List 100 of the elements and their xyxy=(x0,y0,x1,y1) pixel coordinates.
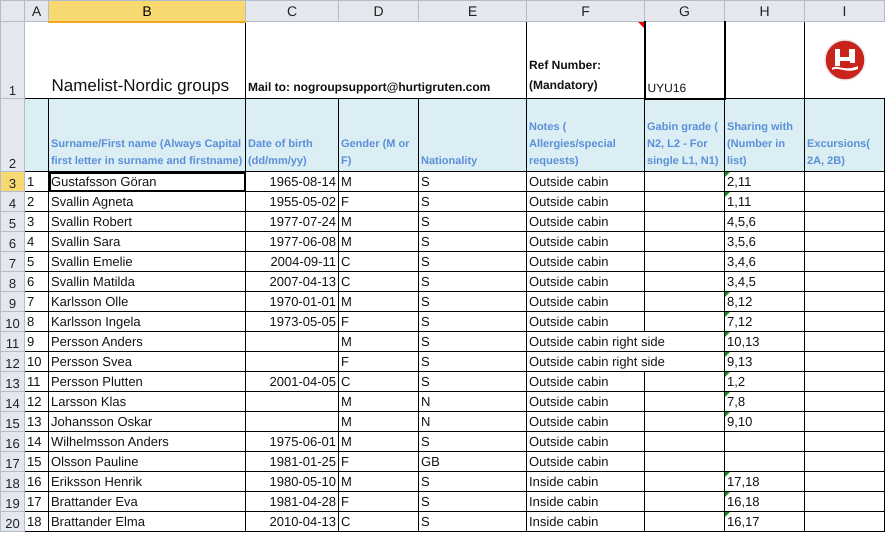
table-cell: 7 xyxy=(27,294,34,309)
row-header[interactable]: 18 xyxy=(0,472,24,492)
table-cell: Johansson Oskar xyxy=(51,414,152,429)
table-cell: Persson Anders xyxy=(51,334,143,349)
column-header[interactable]: G xyxy=(644,0,724,22)
table-cell: 1,2 xyxy=(727,374,746,389)
table-cell: Eriksson Henrik xyxy=(51,474,142,489)
table-cell: Svallin Agneta xyxy=(51,194,134,209)
table-cell: Svallin Emelie xyxy=(51,254,133,269)
table-cell: 5 xyxy=(27,254,34,269)
column-heading: Gabin grade ( N2, L2 - For single L1, N1) xyxy=(644,98,724,172)
logo-icon xyxy=(824,39,866,81)
column-heading: Surname/First name (Always Capital first letter in surname and firstname) xyxy=(48,98,246,172)
table-cell: Larsson Klas xyxy=(51,394,126,409)
table-cell: C xyxy=(341,254,350,269)
table-cell: M xyxy=(341,334,352,349)
table-cell: M xyxy=(341,474,352,489)
table-cell: 3,4,5 xyxy=(727,274,756,289)
row-header[interactable]: 6 xyxy=(0,232,24,252)
column-heading: Excursions( 2A, 2B) xyxy=(804,98,884,172)
select-all-corner[interactable] xyxy=(0,0,24,22)
table-cell: S xyxy=(421,314,430,329)
column-header[interactable]: H xyxy=(724,0,804,22)
column-heading: Gender (M or F) xyxy=(338,98,418,172)
row-header[interactable]: 7 xyxy=(0,252,24,272)
row-header[interactable]: 4 xyxy=(0,192,24,212)
table-cell: 17,18 xyxy=(727,474,760,489)
column-header[interactable]: D xyxy=(338,0,418,22)
row-header[interactable]: 16 xyxy=(0,432,24,452)
table-cell: Svallin Robert xyxy=(51,214,132,229)
table-cell: S xyxy=(421,374,430,389)
table-cell: Svallin Matilda xyxy=(51,274,135,289)
table-cell: 15 xyxy=(27,454,42,469)
row-header[interactable]: 8 xyxy=(0,272,24,292)
table-cell: Persson Plutten xyxy=(51,374,143,389)
column-header[interactable]: F xyxy=(526,0,644,22)
table-cell: 2010-04-13 xyxy=(270,514,336,529)
row-header[interactable]: 17 xyxy=(0,452,24,472)
column-header[interactable]: B xyxy=(48,0,246,22)
table-cell: Outside cabin xyxy=(529,314,608,329)
table-cell: 1980-05-10 xyxy=(270,474,336,489)
table-cell: Outside cabin xyxy=(529,274,608,289)
table-cell: 10 xyxy=(27,354,42,369)
table-cell: 8,12 xyxy=(727,294,752,309)
column-header[interactable]: C xyxy=(246,0,338,22)
table-cell: 18 xyxy=(27,514,42,529)
table-cell: Outside cabin xyxy=(529,214,608,229)
table-cell: S xyxy=(421,174,430,189)
table-cell: S xyxy=(421,514,430,529)
table-cell: S xyxy=(421,334,430,349)
table-cell: 1955-05-02 xyxy=(270,194,336,209)
row-header[interactable]: 11 xyxy=(0,332,24,352)
table-cell: Inside cabin xyxy=(529,514,598,529)
table-cell: 1977-07-24 xyxy=(270,214,336,229)
row-header[interactable]: 1 xyxy=(0,22,24,98)
table-cell: 10,13 xyxy=(727,334,760,349)
row-header[interactable]: 20 xyxy=(0,512,24,532)
table-cell: 4,5,6 xyxy=(727,214,756,229)
table-cell: F xyxy=(341,354,349,369)
column-heading: Nationality xyxy=(418,98,526,172)
selected-cell[interactable]: Gustafsson Göran xyxy=(48,172,246,192)
table-cell: Karlsson Olle xyxy=(51,294,128,309)
table-cell: M xyxy=(341,234,352,249)
table-cell: 3,4,6 xyxy=(727,254,756,269)
table-cell: 11 xyxy=(27,374,40,389)
table-cell: Outside cabin xyxy=(529,414,608,429)
row-header[interactable]: 2 xyxy=(0,98,24,172)
ref-label-cell: Ref Number: (Mandatory) xyxy=(529,58,602,92)
table-cell: F xyxy=(341,314,349,329)
table-cell: F xyxy=(341,494,349,509)
table-cell: Brattander Eva xyxy=(51,494,138,509)
column-header[interactable]: E xyxy=(418,0,526,22)
table-cell: 3 xyxy=(27,214,34,229)
table-cell: S xyxy=(421,354,430,369)
table-cell: S xyxy=(421,214,430,229)
table-cell: C xyxy=(341,514,350,529)
table-cell: 2,11 xyxy=(727,174,752,189)
column-heading: Date of birth (dd/mm/yy) xyxy=(246,98,338,172)
table-cell: 1965-08-14 xyxy=(270,174,336,189)
row-header[interactable]: 15 xyxy=(0,412,24,432)
row-header[interactable]: 3 xyxy=(0,172,24,192)
column-header[interactable]: A xyxy=(24,0,48,22)
table-cell: 1,11 xyxy=(727,194,752,209)
row-header[interactable]: 5 xyxy=(0,212,24,232)
table-cell: M xyxy=(341,294,352,309)
table-cell: 4 xyxy=(27,234,34,249)
row-header[interactable]: 12 xyxy=(0,352,24,372)
row-header[interactable]: 9 xyxy=(0,292,24,312)
row-header[interactable]: 13 xyxy=(0,372,24,392)
row-header[interactable]: 19 xyxy=(0,492,24,512)
row-header[interactable]: 10 xyxy=(0,312,24,332)
table-cell: 9,13 xyxy=(727,354,752,369)
column-heading: Sharing with (Number in list) xyxy=(724,98,804,172)
table-cell: Inside cabin xyxy=(529,494,598,509)
column-header[interactable]: I xyxy=(804,0,884,22)
row-header[interactable]: 14 xyxy=(0,392,24,412)
table-cell: M xyxy=(341,414,352,429)
table-cell: 1970-01-01 xyxy=(270,294,336,309)
table-cell: Outside cabin right side xyxy=(529,334,665,349)
table-cell: 6 xyxy=(27,274,34,289)
